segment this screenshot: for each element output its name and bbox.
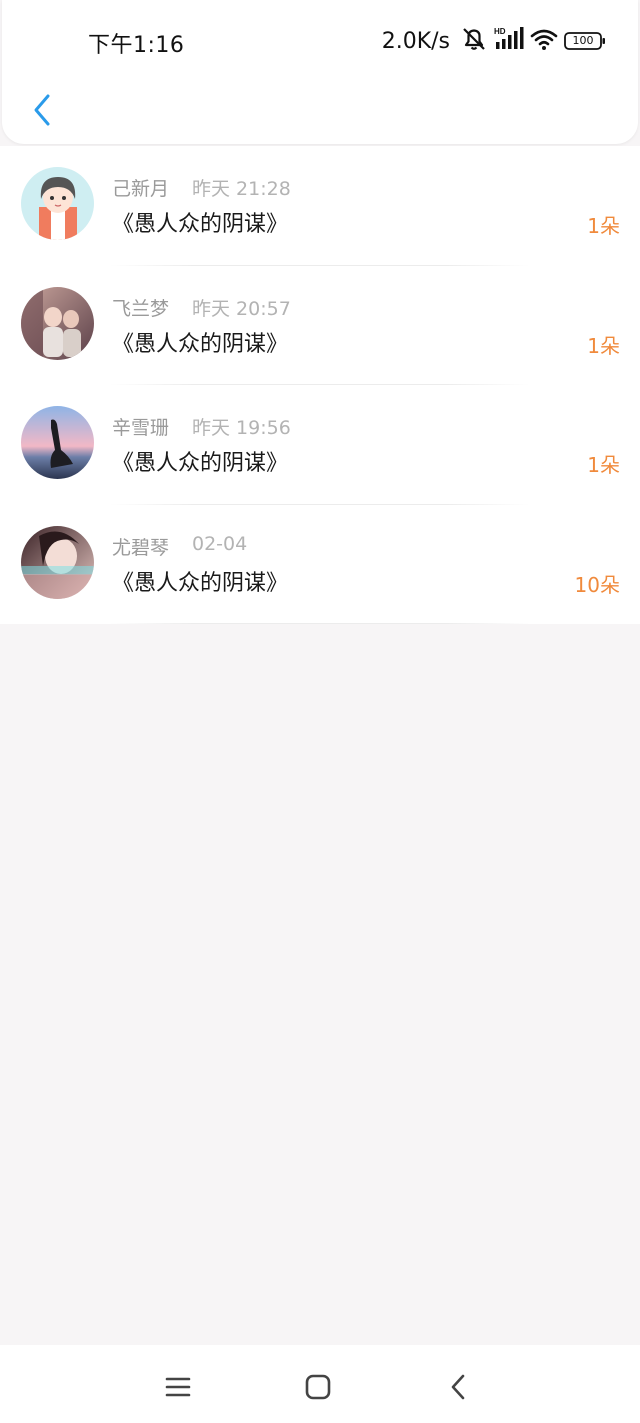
avatar[interactable] [21, 406, 94, 479]
top-bar: 下午1:16 2.0K/s HD 100 [2, 0, 638, 144]
work-title[interactable]: 《愚人众的阴谋》 [112, 565, 288, 597]
flower-count: 10朵 [574, 572, 620, 597]
avatar[interactable] [21, 525, 94, 599]
sender-name: 飞兰梦 [112, 297, 170, 320]
home-button[interactable] [298, 1367, 338, 1407]
mute-icon [460, 26, 488, 56]
back-button[interactable] [22, 88, 62, 132]
sent-time: 昨天 21:28 [192, 178, 291, 200]
svg-text:HD: HD [494, 27, 506, 36]
gift-list: 己新月 昨天 21:28 《愚人众的阴谋》 1朵 飞兰梦 昨天 20:57 《愚… [0, 146, 640, 624]
system-nav-bar [0, 1345, 640, 1423]
sender-name: 己新月 [112, 178, 170, 200]
battery-icon: 100 [564, 31, 606, 51]
sender-name: 尤碧琴 [112, 536, 170, 559]
list-item[interactable]: 飞兰梦 昨天 20:57 《愚人众的阴谋》 1朵 [0, 266, 640, 385]
divider [110, 623, 530, 624]
sender-name: 辛雪珊 [112, 417, 170, 439]
status-icons: 2.0K/s HD 100 [382, 26, 606, 56]
back-icon [451, 1374, 465, 1400]
menu-icon [165, 1377, 191, 1397]
avatar[interactable] [21, 286, 94, 360]
sent-time: 02-04 [192, 532, 248, 555]
list-item[interactable]: 辛雪珊 昨天 19:56 《愚人众的阴谋》 1朵 [0, 385, 640, 505]
work-title[interactable]: 《愚人众的阴谋》 [112, 445, 288, 477]
hd-signal-icon: HD [494, 26, 524, 56]
list-item[interactable]: 己新月 昨天 21:28 《愚人众的阴谋》 1朵 [0, 146, 640, 266]
menu-button[interactable] [158, 1367, 198, 1407]
flower-count: 1朵 [587, 333, 620, 358]
status-time: 下午1:16 [88, 33, 185, 58]
battery-level: 100 [572, 34, 594, 47]
avatar[interactable] [21, 167, 94, 240]
wifi-icon [530, 27, 558, 55]
work-title[interactable]: 《愚人众的阴谋》 [112, 326, 288, 358]
net-speed: 2.0K/s [381, 28, 450, 54]
sent-time: 昨天 20:57 [192, 297, 291, 320]
chevron-left-icon [34, 94, 50, 126]
list-item[interactable]: 尤碧琴 02-04 《愚人众的阴谋》 10朵 [0, 505, 640, 624]
sent-time: 昨天 19:56 [192, 417, 291, 439]
home-icon [305, 1374, 331, 1400]
flower-count: 1朵 [587, 214, 620, 238]
work-title[interactable]: 《愚人众的阴谋》 [112, 206, 288, 238]
flower-count: 1朵 [587, 453, 620, 477]
back-nav-button[interactable] [438, 1367, 478, 1407]
